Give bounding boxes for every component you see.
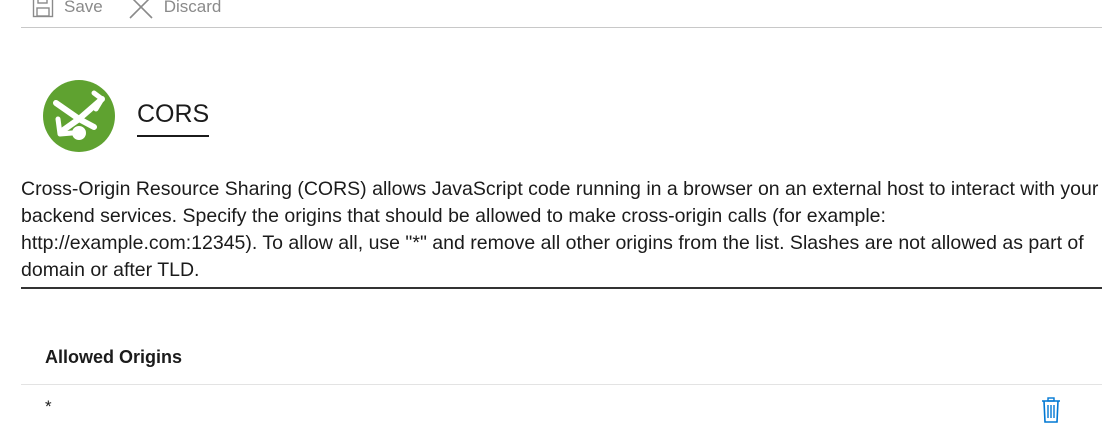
cors-logo-icon <box>43 80 115 152</box>
save-label: Save <box>64 0 103 16</box>
save-button[interactable]: Save <box>32 0 103 18</box>
page-title: CORS <box>137 100 210 137</box>
discard-icon <box>128 0 154 20</box>
table-row: * <box>21 385 1102 432</box>
discard-label: Discard <box>163 0 222 16</box>
table-header: Allowed Origins <box>21 340 1102 385</box>
save-icon <box>32 0 54 18</box>
origin-value[interactable]: * <box>45 397 52 417</box>
trash-icon[interactable] <box>1040 397 1062 423</box>
hero-section: CORS <box>42 79 210 153</box>
column-header-allowed-origins: Allowed Origins <box>45 347 183 367</box>
cors-description: Cross-Origin Resource Sharing (CORS) all… <box>21 176 1102 289</box>
command-bar: Save Discard <box>21 0 1102 28</box>
discard-button[interactable]: Discard <box>128 0 222 20</box>
cors-settings-page: Save Discard CORS Cross-Origin Resource … <box>0 0 1119 432</box>
